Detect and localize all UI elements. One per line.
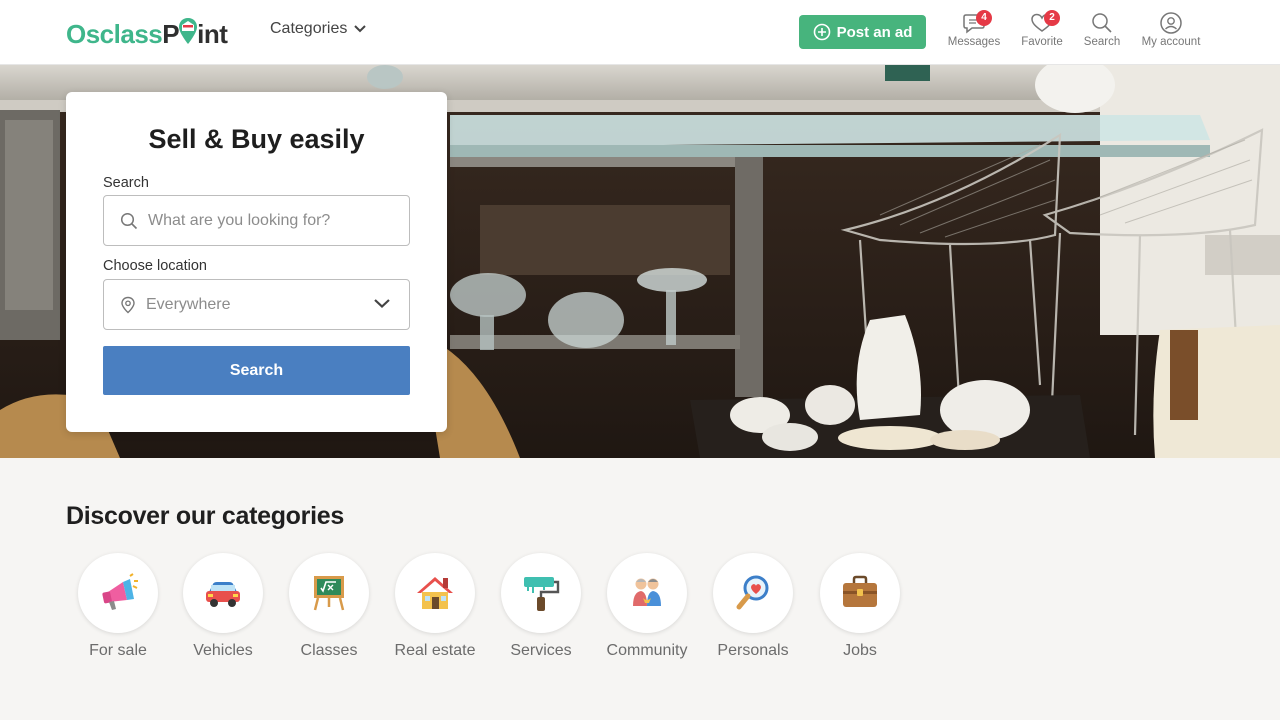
category-label: For sale	[89, 642, 147, 659]
category-for-sale[interactable]: For sale	[65, 553, 171, 660]
category-label: Classes	[300, 642, 358, 659]
my-account-link[interactable]: My account	[1136, 12, 1206, 58]
favorite-link[interactable]: 2 Favorite	[1012, 10, 1072, 58]
location-label: Choose location	[103, 258, 207, 274]
logo-pin-icon	[178, 18, 198, 47]
post-ad-button[interactable]: Post an ad	[799, 15, 926, 49]
car-icon	[206, 582, 240, 607]
chevron-down-icon	[374, 299, 390, 309]
magnifier-heart-icon	[736, 575, 769, 610]
search-icon	[120, 212, 138, 229]
messages-badge: 4	[976, 10, 992, 26]
plus-circle-icon	[813, 23, 830, 41]
briefcase-icon	[843, 575, 877, 607]
category-personals[interactable]: Personals	[700, 553, 806, 660]
logo-text: Osclass	[66, 18, 163, 49]
category-label: Jobs	[843, 642, 877, 659]
megaphone-icon	[102, 573, 138, 610]
category-classes[interactable]: Classes	[276, 553, 382, 660]
search-label: Search	[103, 175, 149, 191]
logo-text-p: P	[162, 18, 180, 49]
favorite-badge: 2	[1044, 10, 1060, 26]
site-logo[interactable]: Osclass P int	[66, 16, 228, 52]
paint-roller-icon	[524, 577, 560, 611]
hero-title: Sell & Buy easily	[148, 124, 365, 154]
logo-text-end: int	[197, 18, 228, 49]
search-link[interactable]: Search	[1072, 12, 1132, 58]
categories-label: Categories	[270, 20, 348, 37]
category-vehicles[interactable]: Vehicles	[170, 553, 276, 660]
search-card: Sell & Buy easily Search Choose location…	[66, 92, 447, 432]
search-icon	[1092, 13, 1112, 33]
categories-title: Discover our categories	[66, 502, 344, 530]
house-icon	[417, 577, 453, 609]
post-ad-label: Post an ad	[836, 23, 913, 41]
category-circle	[501, 553, 581, 633]
category-label: Real estate	[394, 642, 476, 659]
category-jobs[interactable]: Jobs	[807, 553, 913, 660]
category-circle	[607, 553, 687, 633]
location-select[interactable]: Everywhere	[103, 279, 410, 330]
category-label: Personals	[717, 642, 789, 659]
search-text-field[interactable]	[148, 211, 378, 230]
category-label: Vehicles	[193, 642, 253, 659]
search-input[interactable]	[103, 195, 410, 246]
category-community[interactable]: Community	[594, 553, 700, 660]
location-value: Everywhere	[146, 295, 231, 313]
category-label: Community	[606, 642, 688, 659]
location-pin-icon	[121, 296, 135, 313]
chalkboard-icon	[313, 576, 345, 611]
my-account-label: My account	[1141, 36, 1201, 48]
hero-banner: Sell & Buy easily Search Choose location…	[0, 65, 1280, 458]
category-circle	[820, 553, 900, 633]
chevron-down-icon	[354, 25, 367, 33]
messages-link[interactable]: 4 Messages	[944, 10, 1004, 58]
people-icon	[633, 578, 661, 606]
category-circle	[78, 553, 158, 633]
category-circle	[289, 553, 369, 633]
category-real-estate[interactable]: Real estate	[382, 553, 488, 660]
category-services[interactable]: Services	[488, 553, 594, 660]
search-button[interactable]: Search	[103, 346, 410, 395]
search-link-label: Search	[1083, 36, 1121, 48]
favorite-label: Favorite	[1021, 36, 1063, 48]
site-header: Osclass P int Categories Post an ad 4 Mes…	[0, 0, 1280, 65]
category-circle	[713, 553, 793, 633]
category-label: Services	[510, 642, 572, 659]
user-icon	[1160, 12, 1182, 34]
category-circle	[183, 553, 263, 633]
categories-dropdown[interactable]: Categories	[270, 20, 367, 38]
messages-label: Messages	[947, 36, 1001, 48]
category-circle	[395, 553, 475, 633]
